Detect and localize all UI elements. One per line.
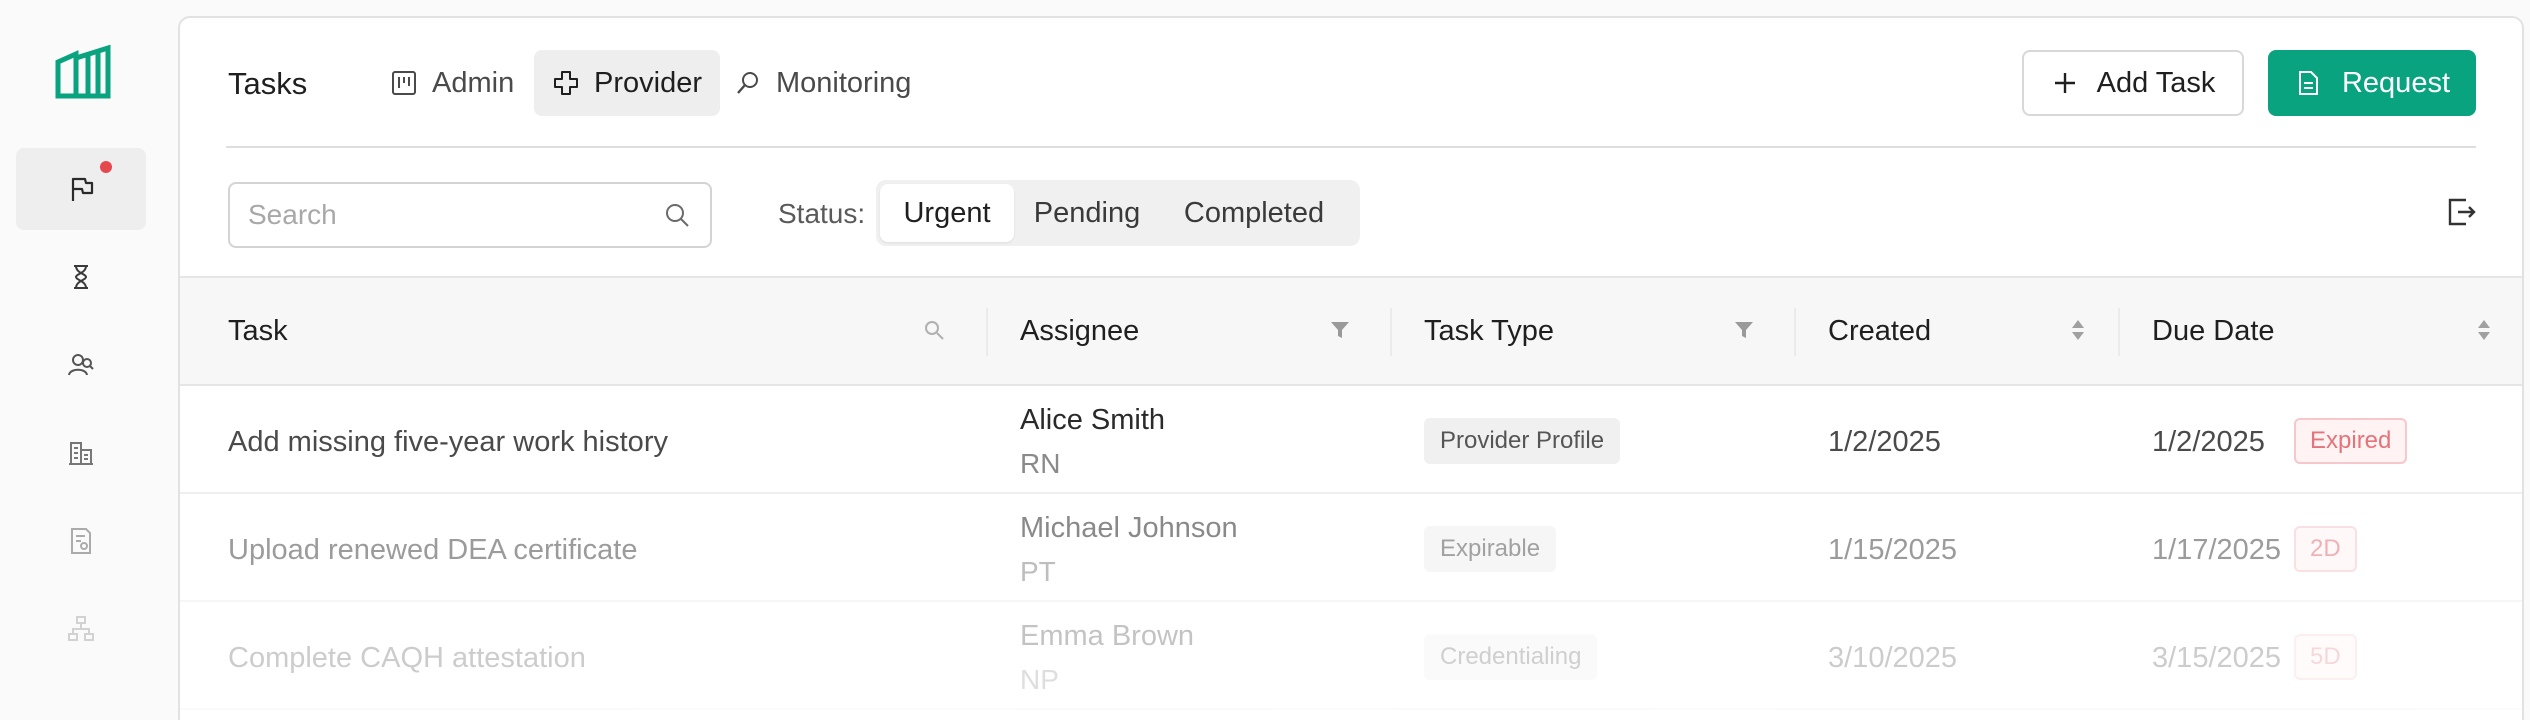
assignee-name: Michael Johnson — [1020, 512, 1238, 544]
magnifier-icon — [737, 72, 758, 94]
sidebar-item-providers[interactable] — [16, 324, 146, 406]
header-divider — [226, 146, 2476, 148]
sidebar-item-facilities[interactable] — [16, 412, 146, 494]
column-search-icon[interactable] — [922, 318, 946, 342]
status-label: Status: — [778, 198, 866, 229]
tab-monitoring-label: Monitoring — [776, 66, 912, 99]
add-task-button[interactable]: Add Task — [2022, 50, 2244, 116]
table-row[interactable]: Add missing five-year work history Alice… — [180, 386, 2522, 494]
status-filter: Urgent Pending Completed — [876, 180, 1360, 246]
due-date: 1/17/2025 — [2152, 534, 2282, 566]
building-icon — [69, 442, 93, 465]
column-created[interactable]: Created — [1828, 278, 1931, 384]
assignee-name: Alice Smith — [1020, 404, 1166, 436]
filter-icon[interactable] — [1328, 318, 1352, 342]
status-badge: 5D — [2294, 634, 2357, 680]
panel-header: Tasks Admin Provider Monitoring Add Task… — [180, 18, 2522, 148]
column-separator — [986, 308, 988, 356]
column-separator — [1794, 308, 1796, 356]
status-urgent[interactable]: Urgent — [880, 184, 1014, 242]
status-badge: 2D — [2294, 526, 2357, 572]
sidebar-item-org[interactable] — [16, 588, 146, 670]
app-root: Tasks Admin Provider Monitoring Add Task… — [0, 0, 2530, 720]
filter-icon[interactable] — [1732, 318, 1756, 342]
column-task[interactable]: Task — [228, 278, 288, 384]
document-icon — [2298, 71, 2318, 95]
plus-icon — [2054, 73, 2075, 93]
task-type-tag: Expirable — [1424, 526, 1557, 572]
assignee-role: NP — [1020, 664, 1059, 695]
flag-icon — [71, 177, 94, 201]
task-type-tag: Provider Profile — [1424, 418, 1621, 464]
table-header: Task Assignee Task Type Created Due Date — [180, 276, 2522, 386]
document-search-icon — [71, 528, 91, 554]
search-field[interactable] — [228, 182, 712, 248]
task-title: Upload renewed DEA certificate — [228, 534, 638, 566]
sort-icon[interactable] — [2066, 318, 2090, 342]
sort-icon[interactable] — [2472, 318, 2496, 342]
request-label: Request — [2341, 66, 2450, 99]
assignee-name: Emma Brown — [1020, 620, 1195, 652]
column-assignee[interactable]: Assignee — [1020, 278, 1139, 384]
tab-admin[interactable]: Admin — [372, 50, 532, 116]
task-title: Complete CAQH attestation — [228, 642, 586, 674]
search-icon — [666, 204, 689, 227]
task-type-tag: Credentialing — [1424, 634, 1598, 680]
due-date: 1/2/2025 — [2152, 426, 2265, 458]
column-separator — [1390, 308, 1392, 356]
hourglass-icon — [74, 265, 88, 289]
created-date: 1/15/2025 — [1828, 534, 1958, 566]
due-date: 3/15/2025 — [2152, 642, 2282, 674]
request-button[interactable]: Request — [2268, 50, 2476, 116]
sidebar-item-history[interactable] — [16, 236, 146, 318]
add-task-label: Add Task — [2096, 66, 2216, 99]
medical-cross-icon — [554, 71, 578, 95]
sidebar-item-documents[interactable] — [16, 500, 146, 582]
tab-provider[interactable]: Provider — [534, 50, 720, 116]
tasks-panel: Tasks Admin Provider Monitoring Add Task… — [178, 16, 2524, 720]
column-separator — [2118, 308, 2120, 356]
status-pending[interactable]: Pending — [1014, 184, 1160, 242]
tab-admin-label: Admin — [432, 66, 515, 99]
logo-icon[interactable] — [54, 44, 112, 100]
assignee-role: RN — [1020, 448, 1061, 479]
search-input[interactable] — [248, 199, 662, 231]
page-title: Tasks — [228, 66, 308, 101]
table-row[interactable]: Complete CAQH attestation Emma Brown NP … — [180, 602, 2522, 710]
tab-monitoring[interactable]: Monitoring — [716, 50, 929, 116]
status-completed[interactable]: Completed — [1160, 184, 1348, 242]
org-chart-icon — [68, 616, 94, 641]
kanban-icon — [392, 71, 416, 95]
assignee-role: PT — [1020, 556, 1056, 587]
table-row[interactable]: Upload renewed DEA certificate Michael J… — [180, 494, 2522, 602]
sidebar — [0, 0, 160, 720]
export-icon[interactable] — [2444, 194, 2480, 230]
users-search-icon — [68, 354, 94, 376]
created-date: 3/10/2025 — [1828, 642, 1958, 674]
task-title: Add missing five-year work history — [228, 426, 668, 458]
notification-dot — [100, 161, 112, 173]
column-task-type[interactable]: Task Type — [1424, 278, 1554, 384]
column-due-date[interactable]: Due Date — [2152, 278, 2275, 384]
sidebar-item-tasks[interactable] — [16, 148, 146, 230]
tab-provider-label: Provider — [594, 66, 702, 99]
status-badge: Expired — [2294, 418, 2408, 464]
created-date: 1/2/2025 — [1828, 426, 1941, 458]
